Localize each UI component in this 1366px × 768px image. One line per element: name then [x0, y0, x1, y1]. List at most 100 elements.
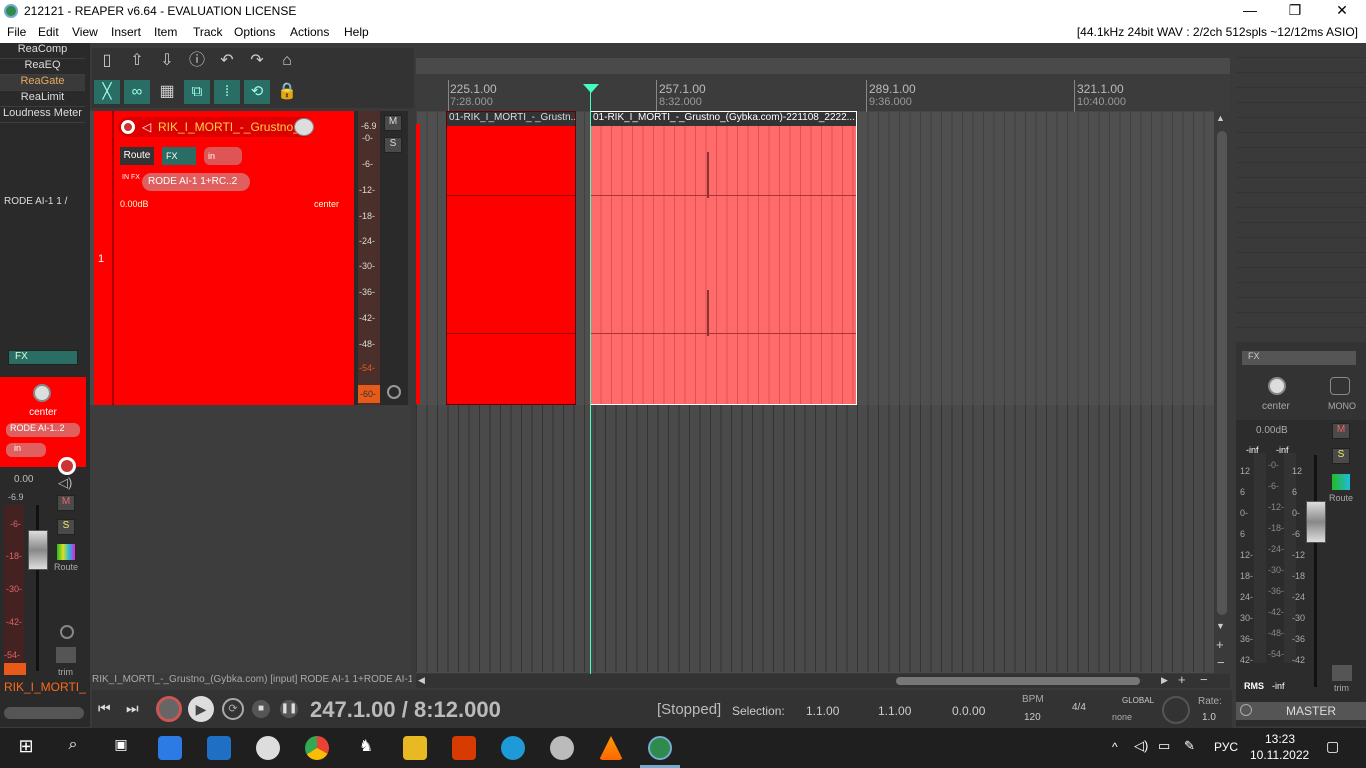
- reaper-taskbar-icon[interactable]: [648, 736, 672, 760]
- horizontal-scrollbar[interactable]: ◀ ▶ + −: [416, 672, 1230, 688]
- go-start-icon[interactable]: ⏮: [98, 700, 111, 717]
- undo-icon[interactable]: ↶: [214, 48, 240, 74]
- network-icon[interactable]: ▭: [1158, 738, 1170, 754]
- loop-icon[interactable]: ⟲: [244, 80, 270, 104]
- master-volume-fader[interactable]: [1306, 501, 1326, 543]
- pan-knob[interactable]: [33, 384, 51, 402]
- tray-chevron-icon[interactable]: ^: [1112, 740, 1118, 754]
- track-solo-button[interactable]: S: [384, 137, 402, 153]
- menu-file[interactable]: File: [7, 25, 26, 39]
- windows-start-icon[interactable]: ⊞: [14, 736, 38, 760]
- ripple-edit-icon[interactable]: ╳: [94, 80, 120, 104]
- office-icon[interactable]: [452, 736, 476, 760]
- clock-date[interactable]: 10.11.2022: [1250, 748, 1309, 762]
- scroll-up-icon[interactable]: ▲: [1216, 113, 1225, 123]
- task-view-icon[interactable]: ▣: [109, 736, 133, 760]
- volume-knob[interactable]: [294, 118, 314, 136]
- master-solo-button[interactable]: S: [1332, 448, 1350, 464]
- fx-item-reagate[interactable]: ReaGate: [0, 75, 85, 91]
- selection-end[interactable]: 1.1.00: [878, 704, 911, 718]
- fx-item-realimit[interactable]: ReaLimit: [0, 91, 85, 107]
- fx-item-reaeq[interactable]: ReaEQ: [0, 59, 85, 75]
- h-zoom-in-icon[interactable]: +: [1178, 672, 1186, 687]
- grid-icon[interactable]: ▦: [154, 79, 180, 105]
- timebase-select[interactable]: none: [1112, 712, 1132, 722]
- h-zoom-out-icon[interactable]: −: [1200, 672, 1208, 687]
- scroll-right-icon[interactable]: ▶: [1161, 675, 1168, 686]
- stop-button[interactable]: ■: [252, 700, 270, 718]
- fx-item-reacomp[interactable]: ReaComp: [0, 43, 85, 59]
- speaker-icon[interactable]: ◁): [58, 475, 74, 490]
- phase-invert-icon[interactable]: [387, 385, 401, 399]
- media-item-selected[interactable]: 01-RIK_I_MORTI_-_Grustno_(Gybka.com)-221…: [590, 111, 857, 405]
- route-icon[interactable]: [57, 544, 75, 560]
- link-icon[interactable]: ∞: [124, 80, 150, 104]
- pause-button[interactable]: ❚❚: [280, 700, 298, 718]
- playrate-knob[interactable]: [1162, 696, 1190, 724]
- master-route-icon[interactable]: [1332, 474, 1350, 490]
- file-explorer-icon[interactable]: [403, 736, 427, 760]
- selection-start[interactable]: 1.1.00: [806, 704, 839, 718]
- rate-value[interactable]: 1.0: [1202, 712, 1216, 723]
- pen-icon[interactable]: ✎: [1184, 738, 1195, 754]
- track-mute-button[interactable]: M: [384, 115, 402, 131]
- in-select[interactable]: in: [204, 147, 242, 165]
- play-button[interactable]: ▶: [188, 696, 214, 722]
- trim-icon[interactable]: [56, 647, 76, 663]
- zoom-out-icon[interactable]: −: [1217, 655, 1225, 670]
- item-grouping-icon[interactable]: ⧉: [184, 80, 210, 104]
- mcp-in-select[interactable]: in: [6, 443, 46, 457]
- record-arm-button[interactable]: [58, 457, 76, 475]
- minimize-button[interactable]: —: [1230, 2, 1270, 18]
- snap-grid-icon[interactable]: ⦙: [214, 80, 240, 104]
- fx-item-loudness-meter[interactable]: Loudness Meter: [0, 107, 85, 123]
- menu-help[interactable]: Help: [344, 25, 369, 39]
- zoom-in-icon[interactable]: +: [1216, 637, 1224, 652]
- bpm-value[interactable]: 120: [1024, 712, 1041, 723]
- media-app-icon[interactable]: [550, 736, 574, 760]
- master-info-icon[interactable]: [1240, 704, 1252, 716]
- solo-button[interactable]: S: [57, 519, 75, 535]
- mcp-track-name[interactable]: RIK_I_MORTI_: [4, 680, 86, 694]
- loop-button[interactable]: ⟳: [222, 698, 244, 720]
- master-mute-button[interactable]: M: [1332, 423, 1350, 439]
- track-input-select[interactable]: RODE AI-1 1+RC..2: [142, 173, 250, 191]
- mcp-input-select[interactable]: RODE AI-1..2: [6, 423, 80, 437]
- vertical-scrollbar[interactable]: ▲ ▼ + −: [1214, 111, 1230, 673]
- scroll-down-icon[interactable]: ▼: [1216, 621, 1225, 631]
- menu-options[interactable]: Options: [234, 25, 275, 39]
- route-button[interactable]: Route: [120, 147, 154, 165]
- mcp-fx-button[interactable]: FX: [8, 350, 78, 365]
- track-name-field[interactable]: ◁ RIK_I_MORTI_-_Grustno_: [118, 117, 314, 137]
- scroll-thumb[interactable]: [1217, 131, 1227, 615]
- maximize-button[interactable]: ❐: [1275, 2, 1315, 19]
- chrome-icon[interactable]: [305, 736, 329, 760]
- phase-icon[interactable]: [60, 625, 74, 639]
- mute-button[interactable]: M: [57, 495, 75, 511]
- go-end-icon[interactable]: ⏭: [126, 700, 139, 717]
- audio-device-info[interactable]: [44.1kHz 24bit WAV : 2/2ch 512spls ~12/1…: [1077, 25, 1358, 39]
- menu-view[interactable]: View: [72, 25, 98, 39]
- master-pan-knob[interactable]: [1268, 377, 1286, 395]
- edge-icon[interactable]: [501, 736, 525, 760]
- project-info-icon[interactable]: ⓘ: [184, 48, 210, 74]
- speaker-icon[interactable]: ◁: [142, 120, 151, 134]
- mono-icon[interactable]: [1330, 377, 1350, 395]
- store-icon[interactable]: [158, 736, 182, 760]
- menu-item[interactable]: Item: [154, 25, 177, 39]
- track-name[interactable]: RIK_I_MORTI_-_Grustno_: [158, 120, 300, 134]
- time-signature[interactable]: 4/4: [1072, 702, 1086, 713]
- close-button[interactable]: ✕: [1322, 2, 1362, 19]
- clock-app-icon[interactable]: [256, 736, 280, 760]
- media-item[interactable]: 01-RIK_I_MORTI_-_Grustn...: [446, 111, 576, 405]
- menu-track[interactable]: Track: [193, 25, 223, 39]
- menu-actions[interactable]: Actions: [290, 25, 329, 39]
- notifications-icon[interactable]: ▢: [1326, 738, 1339, 755]
- language-indicator[interactable]: РУС: [1214, 740, 1238, 754]
- open-project-icon[interactable]: ⇧: [124, 48, 150, 74]
- record-arm-icon[interactable]: [121, 120, 135, 134]
- menu-edit[interactable]: Edit: [38, 25, 59, 39]
- metronome-icon[interactable]: ⌂: [274, 48, 300, 74]
- fx-button[interactable]: FX: [162, 147, 196, 165]
- volume-fader[interactable]: [28, 530, 48, 570]
